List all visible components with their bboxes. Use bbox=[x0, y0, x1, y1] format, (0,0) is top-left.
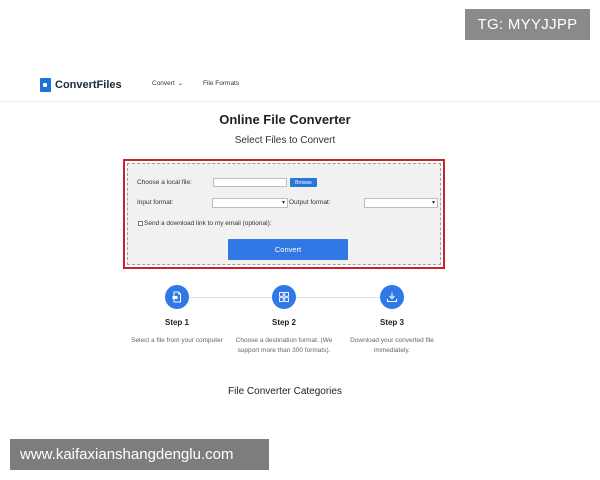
logo-text: ConvertFiles bbox=[55, 79, 122, 91]
input-format-select[interactable]: ▾ bbox=[212, 198, 288, 208]
chevron-down-icon: ▾ bbox=[281, 200, 285, 206]
input-format-label: Input format: bbox=[137, 199, 174, 206]
step-2-badge bbox=[272, 285, 296, 309]
nav-convert-label: Convert bbox=[152, 80, 175, 87]
step-3-description: Download your converted file immediately… bbox=[350, 337, 434, 354]
chevron-down-icon: ▾ bbox=[431, 200, 435, 206]
output-format-label: Output format: bbox=[289, 199, 331, 206]
step-2-description: Choose a destination format. (We support… bbox=[235, 337, 333, 354]
nav-convert[interactable]: Convert ⌄ bbox=[152, 80, 183, 87]
watermark-bottom: www.kaifaxianshangdenglu.com bbox=[10, 439, 269, 470]
nav-file-formats[interactable]: File Formats bbox=[203, 80, 239, 87]
step-1-badge bbox=[165, 285, 189, 309]
page-subtitle: Select Files to Convert bbox=[234, 135, 336, 146]
watermark-top: TG: MYYJJPP bbox=[465, 9, 590, 40]
step-1-title: Step 1 bbox=[164, 318, 189, 327]
categories-heading: File Converter Categories bbox=[228, 386, 342, 397]
local-file-label: Choose a local file: bbox=[137, 179, 192, 186]
convert-button[interactable]: Convert bbox=[228, 239, 348, 260]
email-checkbox[interactable] bbox=[138, 221, 143, 226]
email-checkbox-label: Send a download link to my email (option… bbox=[144, 220, 272, 227]
step-2-title: Step 2 bbox=[271, 318, 296, 327]
logo-file-icon bbox=[40, 78, 51, 92]
navbar: ConvertFiles Convert ⌄ File Formats bbox=[0, 66, 600, 102]
step-1-description: Select a file from your computer bbox=[131, 337, 223, 344]
output-format-select[interactable]: ▾ bbox=[364, 198, 438, 208]
download-icon bbox=[387, 292, 397, 302]
converter-highlight-frame: Choose a local file: Browse Input format… bbox=[123, 159, 445, 269]
step-3-title: Step 3 bbox=[379, 318, 404, 327]
page-title: Online File Converter bbox=[219, 112, 351, 127]
chevron-down-icon: ⌄ bbox=[177, 81, 184, 87]
browse-button[interactable]: Browse bbox=[290, 178, 317, 187]
grid-icon bbox=[279, 292, 289, 302]
file-icon bbox=[172, 291, 181, 303]
local-file-input[interactable] bbox=[213, 178, 287, 187]
converter-form: Choose a local file: Browse Input format… bbox=[127, 163, 441, 265]
logo[interactable]: ConvertFiles bbox=[40, 78, 122, 92]
step-3-badge bbox=[380, 285, 404, 309]
